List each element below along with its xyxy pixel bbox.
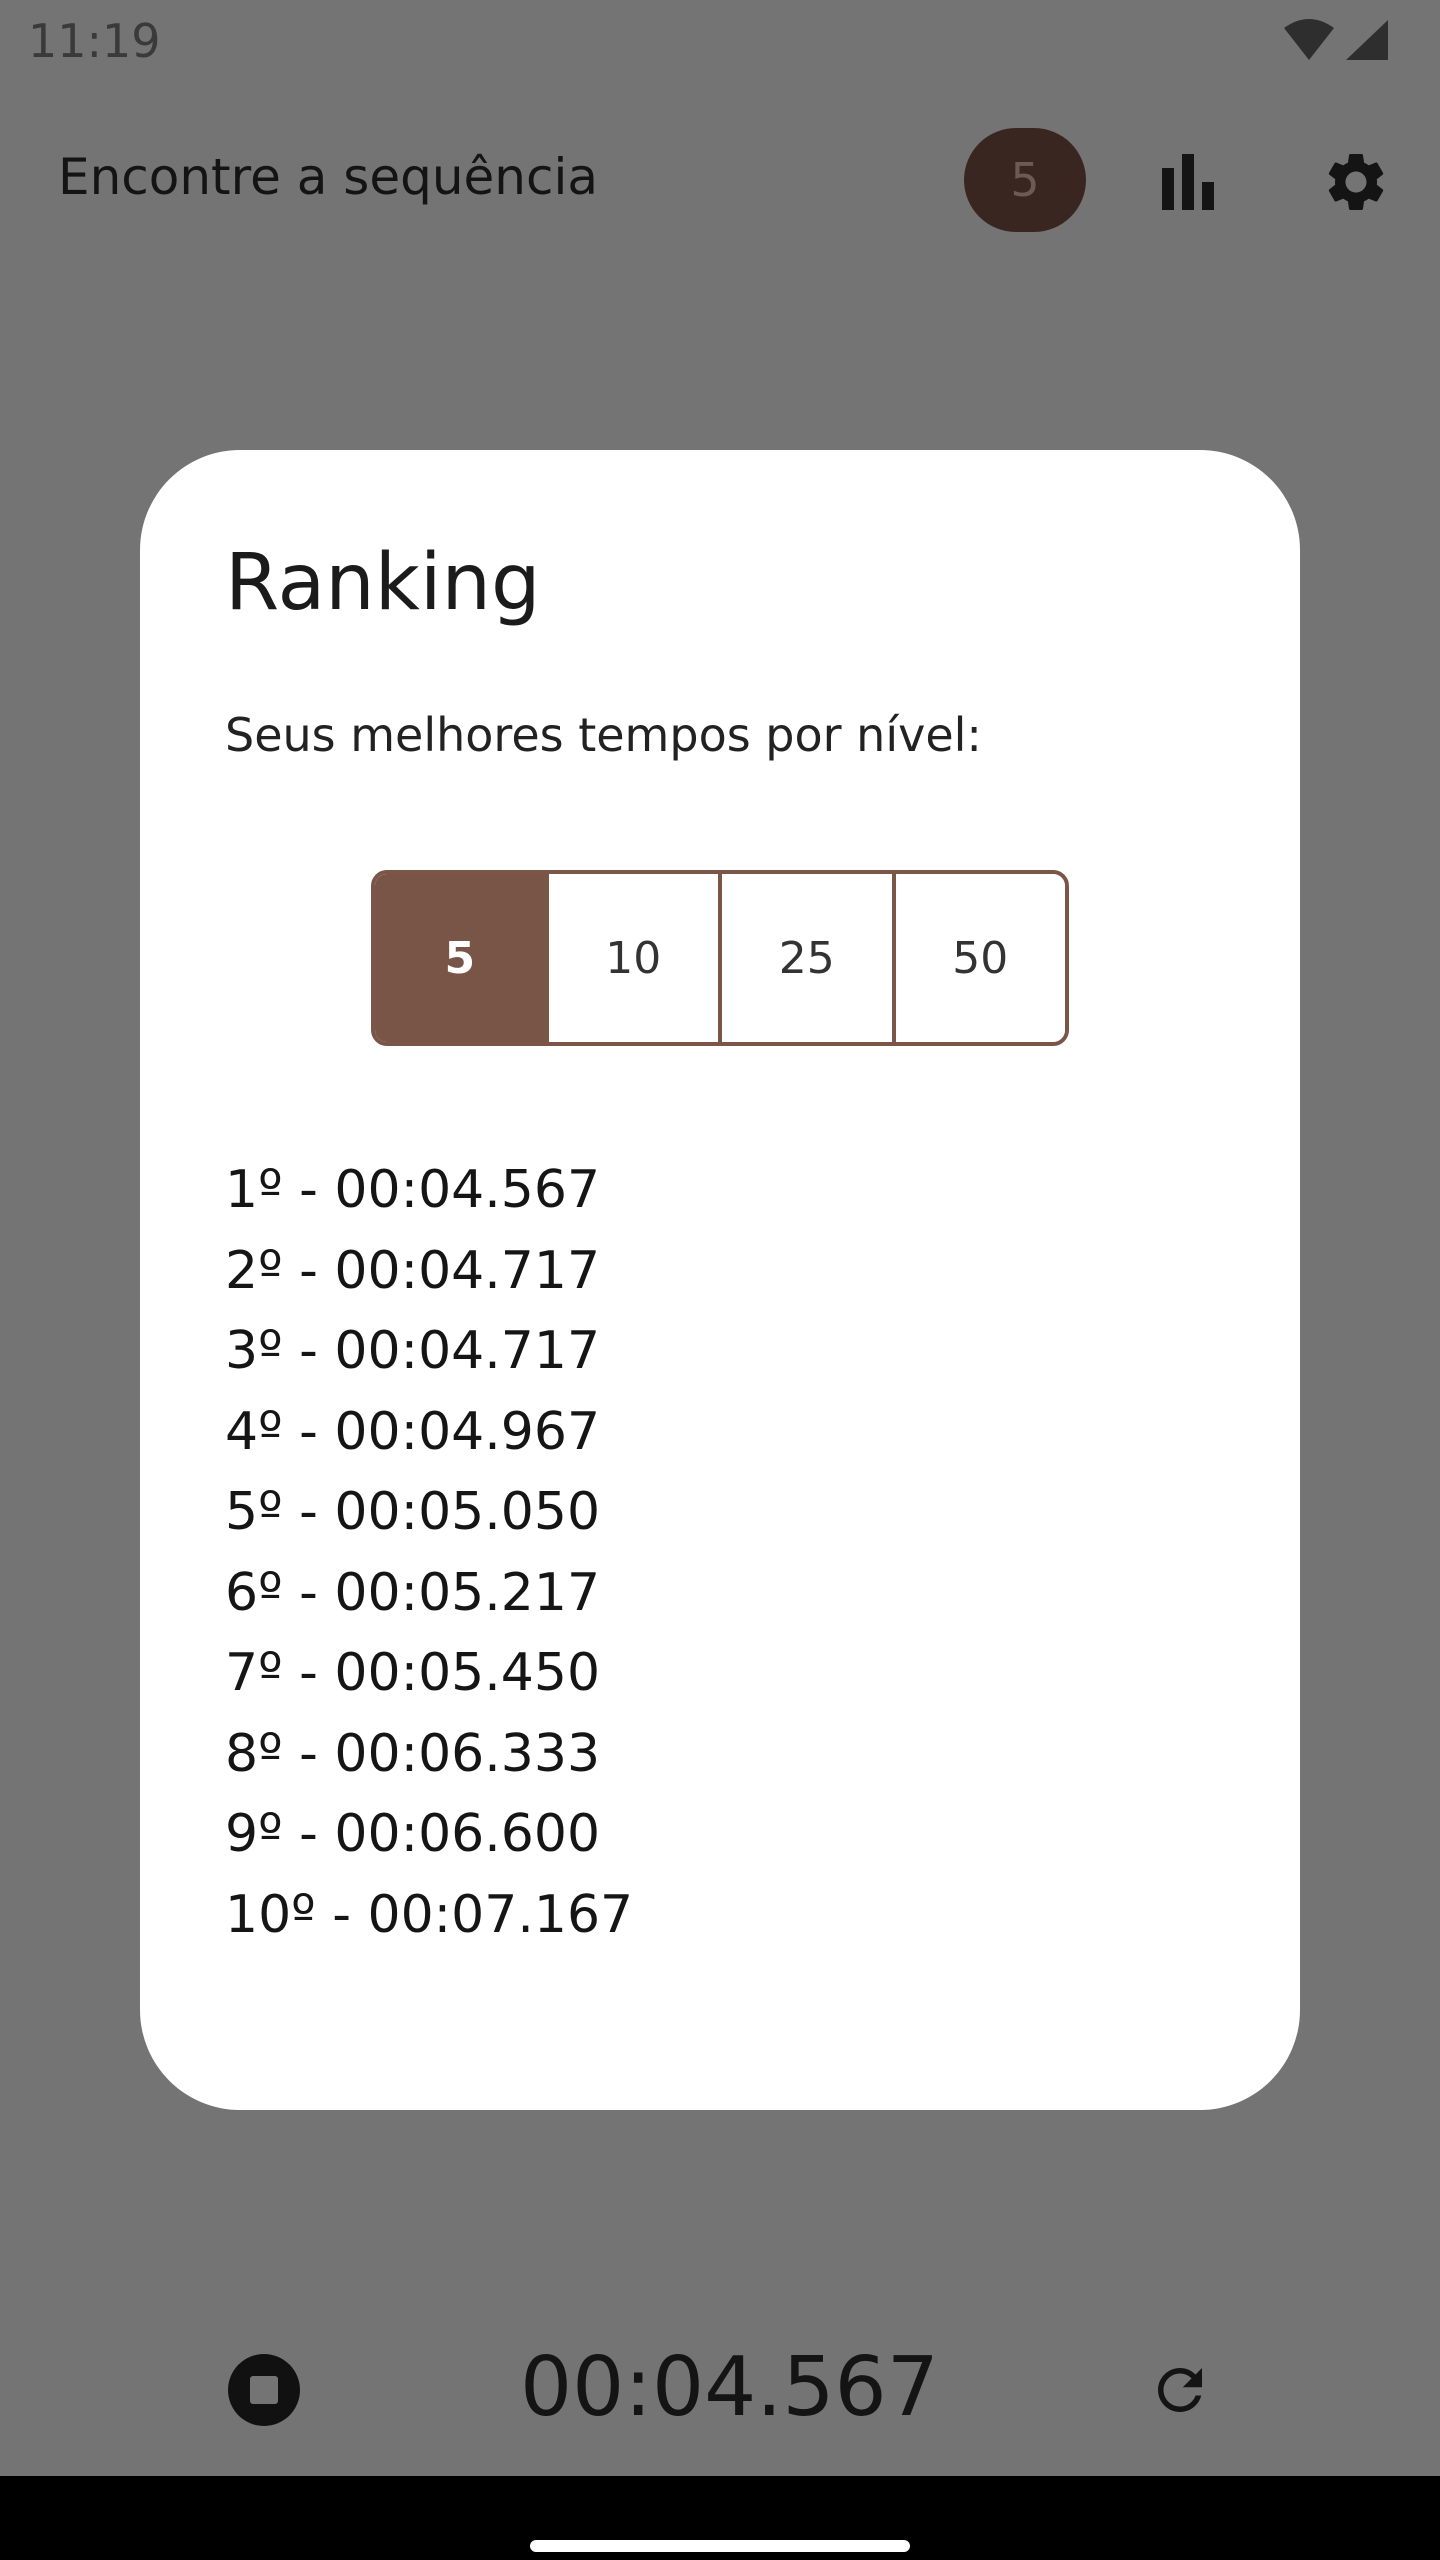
ranking-list: 1º - 00:04.567 2º - 00:04.717 3º - 00:04… [225,1150,633,1955]
gear-icon [1328,153,1384,210]
bottom-bar: 00:04.567 [0,2320,1440,2460]
settings-button[interactable] [1316,142,1396,222]
ranking-entry: 3º - 00:04.717 [225,1321,601,1381]
home-indicator[interactable] [530,2540,910,2552]
level-option-5[interactable]: 5 [375,874,545,1042]
ranking-entry: 8º - 00:06.333 [225,1723,601,1784]
status-bar: 11:19 [0,0,1440,84]
signal-icon [1346,20,1388,60]
ranking-entry: 4º - 00:04.967 [225,1401,601,1462]
app-title: Encontre a sequência [58,148,599,206]
ranking-entry: 1º - 00:04.567 [225,1160,601,1220]
restart-button[interactable] [1140,2350,1220,2430]
level-option-25[interactable]: 25 [718,874,892,1042]
ranking-entry: 6º - 00:05.217 [225,1562,601,1623]
level-badge[interactable]: 5 [964,128,1086,232]
ranking-dialog: Ranking Seus melhores tempos por nível: … [140,450,1300,2110]
level-option-50[interactable]: 50 [891,874,1065,1042]
bar-chart-icon [1162,154,1214,210]
status-time: 11:19 [28,14,161,68]
level-selector: 5 10 25 50 [371,870,1069,1046]
ranking-button[interactable] [1148,142,1228,222]
dialog-title: Ranking [225,538,541,628]
level-option-10[interactable]: 10 [544,874,718,1042]
app-bar: Encontre a sequência 5 [0,110,1440,250]
ranking-entry: 7º - 00:05.450 [225,1643,601,1703]
level-badge-label: 5 [1010,153,1040,207]
status-icons [1282,18,1390,62]
ranking-entry: 10º - 00:07.167 [225,1884,634,1945]
game-timer: 00:04.567 [520,2340,939,2435]
refresh-icon [1158,2368,1202,2412]
ranking-entry: 5º - 00:05.050 [225,1482,601,1542]
ranking-entry: 2º - 00:04.717 [225,1240,601,1301]
wifi-icon [1284,19,1334,60]
stop-button[interactable] [228,2354,300,2426]
stop-icon [250,2376,278,2404]
dialog-subtitle: Seus melhores tempos por nível: [225,708,982,762]
ranking-entry: 9º - 00:06.600 [225,1804,601,1864]
